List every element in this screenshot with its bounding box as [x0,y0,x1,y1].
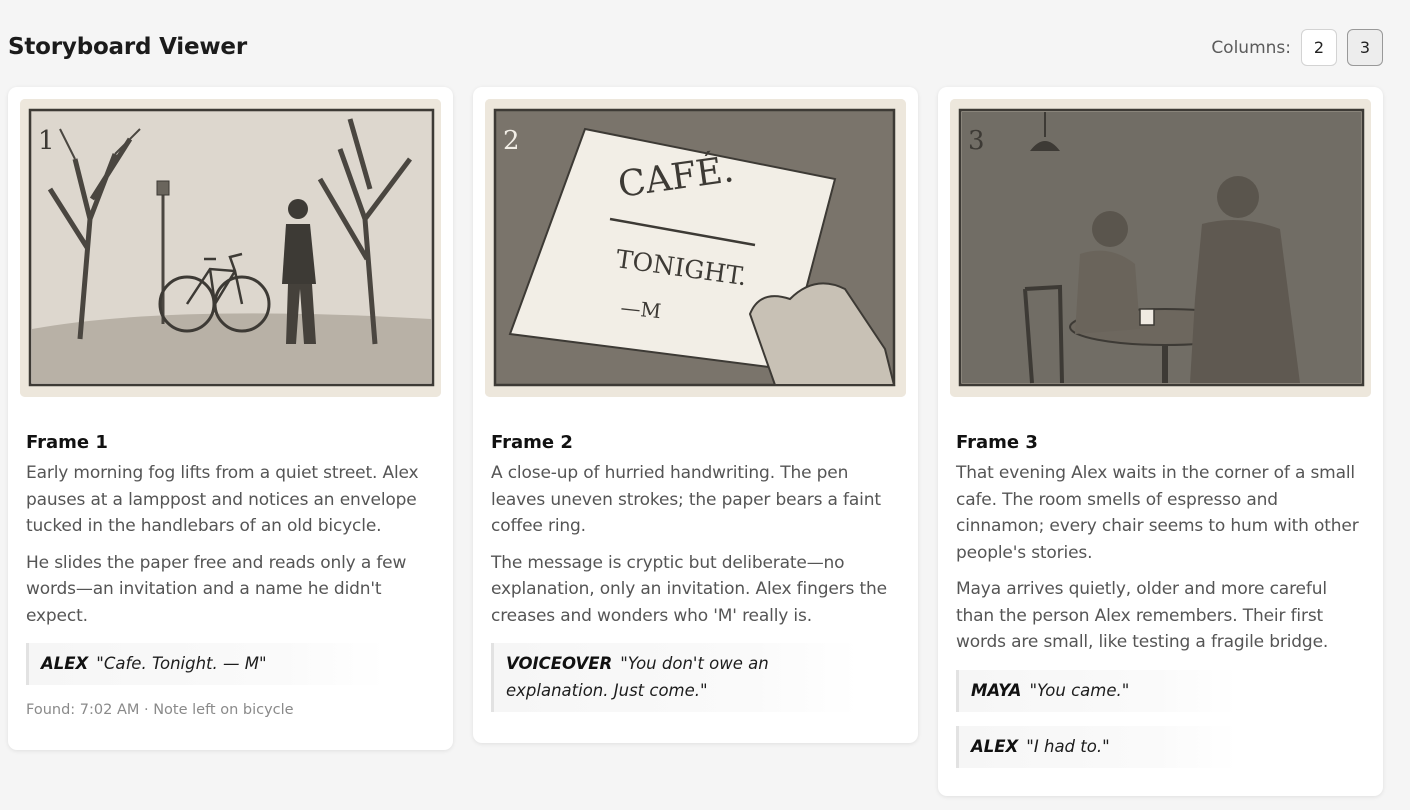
page-title: Storyboard Viewer [8,34,247,60]
storyboard-card-2: CAFÉ. TONIGHT. —M 2 Frame 2 A close-up o… [473,87,918,743]
storyboard-card-1: 1 Frame 1 Early morning fog lifts from a… [8,87,453,750]
frame-1-title: Frame 1 [26,432,108,453]
dialogue-speaker: ALEX [41,654,89,673]
note-line-3: —M [619,295,662,323]
dialogue-text: "I had to." [1026,736,1110,756]
dialogue-line: MAYA "You came." [956,669,1238,712]
frame-1-description: He slides the paper free and reads only … [26,552,407,626]
frame-2-description: A close-up of hurried handwriting. The p… [491,463,881,536]
columns-label: Columns: [1211,37,1291,58]
frame-1-description: Early morning fog lifts from a quiet str… [26,463,419,536]
frame-3-description: That evening Alex waits in the corner of… [956,463,1359,563]
columns-3-button[interactable]: 3 [1347,29,1383,66]
frame-3-sketch-image: 3 [950,99,1371,397]
frame-2-number: 2 [503,126,520,156]
dialogue-line: ALEX "I had to." [956,725,1238,768]
dialogue-speaker: VOICEOVER [506,654,613,673]
frame-2-sketch-image: CAFÉ. TONIGHT. —M 2 [485,99,906,397]
dialogue-line: ALEX "Cafe. Tonight. — M" [26,643,386,685]
storyboard-card-3: 3 Frame 3 That evening Alex waits in the… [938,87,1383,796]
dialogue-text: "You came." [1029,680,1130,700]
dialogue-speaker: MAYA [971,680,1022,700]
dialogue-text: "Cafe. Tonight. — M" [96,654,267,673]
columns-control: Columns: 2 3 [1211,29,1383,66]
dialogue-line: VOICEOVER "You don't owe an explanation. … [491,643,859,712]
frame-1-meta: Found: 7:02 AM · Note left on bicycle [26,702,294,718]
frame-3-number: 3 [968,126,985,156]
columns-2-button[interactable]: 2 [1301,29,1337,66]
frame-2-description: The message is cryptic but deliberate—no… [491,552,887,626]
frame-2-title: Frame 2 [491,432,573,453]
dialogue-speaker: ALEX [971,736,1019,756]
frame-1-number: 1 [38,126,55,156]
frame-3-title: Frame 3 [956,432,1038,453]
frame-3-description: Maya arrives quietly, older and more car… [956,579,1329,652]
frame-1-sketch-image: 1 [20,99,441,397]
